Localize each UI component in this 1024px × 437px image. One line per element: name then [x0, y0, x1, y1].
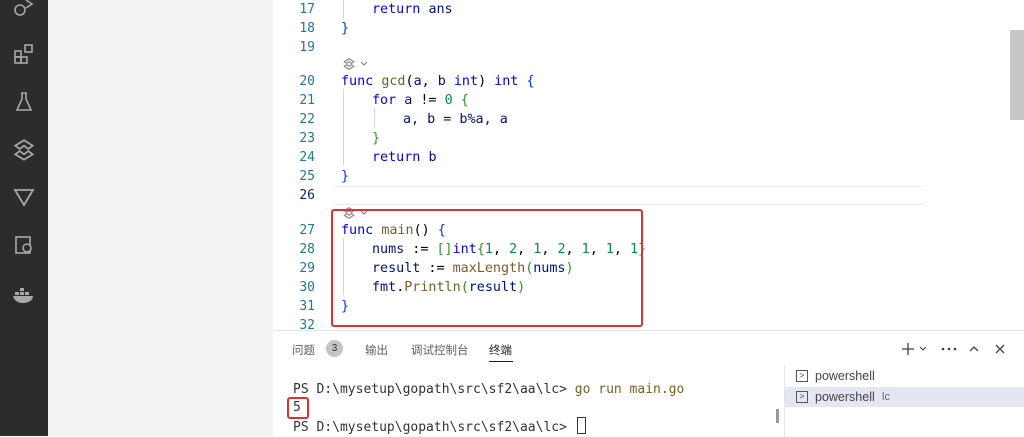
- code-line: 21 for a != 0 {: [273, 91, 1013, 110]
- code-token: return: [372, 150, 421, 165]
- terminal-instance[interactable]: > powershell: [785, 366, 1024, 386]
- run-debug-icon[interactable]: [10, 0, 38, 22]
- code-token: !=: [412, 93, 445, 108]
- code-token: ans: [428, 2, 453, 17]
- docker-icon[interactable]: [10, 280, 38, 308]
- code-token: for: [372, 93, 397, 108]
- terminal-line[interactable]: PS D:\mysetup\gopath\src\sf2\aa\lc>: [293, 417, 586, 437]
- code-token: ): [478, 74, 495, 89]
- code-token: a: [413, 74, 422, 89]
- code-token: int: [453, 74, 479, 89]
- code-editor[interactable]: 17 return ans 18 } 19 20 func gcd(a, b i…: [273, 0, 1024, 330]
- active-tab-indicator: [489, 361, 513, 362]
- tab-problems[interactable]: 问题: [292, 342, 315, 358]
- code-line: 25 }: [273, 167, 1013, 186]
- close-icon: [995, 344, 1005, 354]
- activity-bar: [0, 0, 48, 436]
- tab-debug-console[interactable]: 调试控制台: [411, 342, 469, 358]
- terminal-icon: >: [796, 370, 808, 382]
- close-panel-button[interactable]: [994, 339, 1006, 359]
- problems-count-badge: 3: [326, 340, 343, 357]
- line-number: 25: [299, 169, 315, 184]
- extensions-icon[interactable]: [10, 40, 38, 68]
- code-token: return: [372, 2, 421, 17]
- terminal-instance-folder: lc: [882, 391, 890, 403]
- tab-output[interactable]: 输出: [365, 342, 388, 358]
- line-number: 32: [299, 318, 315, 330]
- code-line: 23 }: [273, 129, 1013, 148]
- code-token: b: [437, 74, 446, 89]
- code-token: int: [494, 74, 519, 89]
- ellipsis-icon: [941, 347, 957, 351]
- maximize-panel-button[interactable]: [968, 339, 980, 359]
- code-line: 19: [273, 38, 1013, 57]
- line-number: 27: [299, 223, 315, 238]
- code-line: 26: [273, 186, 1013, 205]
- code-token: ,: [421, 74, 438, 89]
- codegeex-icon[interactable]: [10, 136, 38, 164]
- code-token: a, b = b%a, a: [403, 112, 508, 127]
- line-number: 26: [299, 188, 315, 203]
- codelens[interactable]: [341, 54, 369, 73]
- terminal-scrollbar[interactable]: [776, 409, 779, 423]
- code-token: }: [372, 131, 381, 146]
- terminal-line: PS D:\mysetup\gopath\src\sf2\aa\lc> go r…: [293, 381, 684, 399]
- chevron-down-icon[interactable]: [359, 59, 369, 69]
- code-token: {: [526, 74, 535, 89]
- terminal-icon: >: [796, 391, 808, 403]
- terminal-instance-label: powershell: [815, 390, 875, 404]
- code-token: (: [405, 74, 414, 89]
- codegeex-lens-icon[interactable]: [341, 57, 357, 71]
- code-line: 22 a, b = b%a, a: [273, 110, 1013, 129]
- line-number: 18: [299, 21, 315, 36]
- annotation-highlight-box: [331, 209, 643, 327]
- terminal-prompt: PS D:\mysetup\gopath\src\sf2\aa\lc>: [293, 420, 575, 435]
- line-number: 28: [299, 242, 315, 257]
- line-number: 24: [299, 150, 315, 165]
- terminal-prompt: PS D:\mysetup\gopath\src\sf2\aa\lc>: [293, 382, 575, 397]
- annotation-highlight-box: [287, 397, 309, 419]
- code-token: }: [341, 21, 350, 36]
- code-token: }: [341, 169, 350, 184]
- terminal-instance-label: powershell: [815, 369, 875, 383]
- line-number: 31: [299, 299, 315, 314]
- code-token: gcd: [381, 74, 406, 89]
- tab-terminal[interactable]: 终端: [489, 342, 512, 358]
- chevron-up-icon: [969, 346, 979, 352]
- line-number: 22: [299, 112, 315, 127]
- line-number: 17: [299, 2, 315, 17]
- code-token: b: [428, 150, 437, 165]
- triangle-extension-icon[interactable]: [10, 183, 38, 211]
- chevron-down-icon: [919, 346, 927, 351]
- line-number: 23: [299, 131, 315, 146]
- terminal-instance[interactable]: > powershell lc: [785, 387, 1024, 407]
- code-line: 18 }: [273, 19, 1013, 38]
- code-line: 20 func gcd(a, b int) int {: [273, 72, 1013, 91]
- code-line: 24 return b: [273, 148, 1013, 167]
- remote-settings-icon[interactable]: [10, 231, 38, 259]
- bottom-panel: 问题 3 输出 调试控制台 终端 PS D:\mysetup\gopath\sr…: [273, 330, 1024, 437]
- code-token: {: [460, 93, 469, 108]
- line-number: 30: [299, 280, 315, 295]
- line-number: 19: [299, 40, 315, 55]
- terminal-command: go run main.go: [574, 382, 685, 397]
- code-line: 17 return ans: [273, 0, 1013, 19]
- code-token: 0: [444, 93, 453, 108]
- plus-icon: [902, 343, 914, 355]
- line-number: 20: [299, 74, 315, 89]
- terminal-instance-list: > powershell > powershell lc: [784, 365, 1024, 437]
- new-terminal-button[interactable]: [901, 339, 928, 359]
- terminal-cursor: [576, 417, 586, 434]
- code-token: func: [341, 74, 374, 89]
- panel-tabs: 问题 3 输出 调试控制台 终端: [273, 331, 1024, 367]
- more-actions-button[interactable]: [941, 339, 957, 359]
- side-bar: [48, 0, 273, 436]
- line-number: 29: [299, 261, 315, 276]
- testing-flask-icon[interactable]: [10, 88, 38, 116]
- line-number: 21: [299, 93, 315, 108]
